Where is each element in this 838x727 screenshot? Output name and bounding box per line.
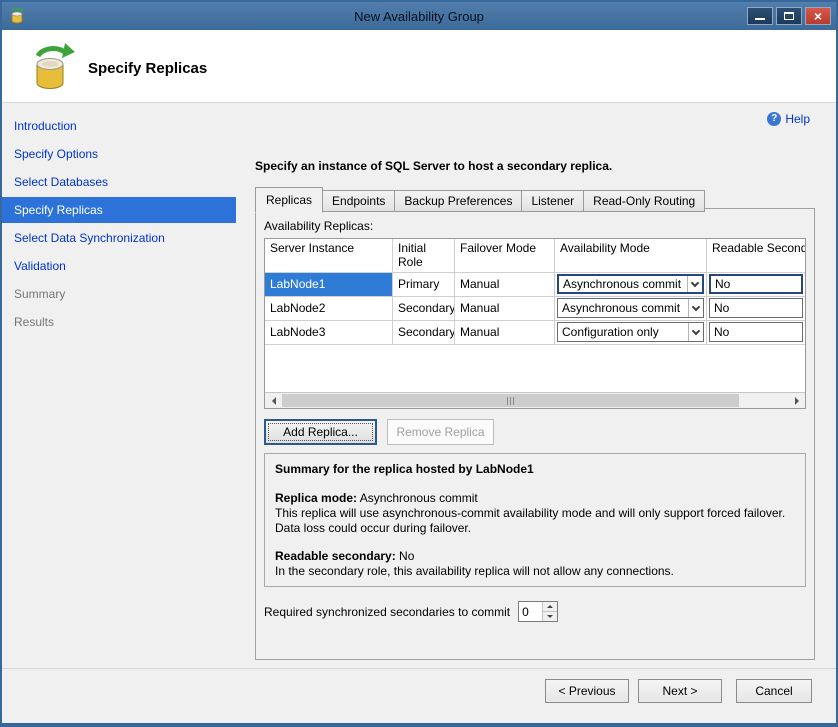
scroll-left-button[interactable]: [265, 393, 281, 408]
availability-mode-dropdown[interactable]: Asynchronous commit: [557, 274, 704, 294]
chevron-down-icon[interactable]: [687, 276, 702, 292]
instruction-text: Specify an instance of SQL Server to hos…: [255, 159, 612, 173]
replica-summary-panel: Summary for the replica hosted by LabNod…: [264, 453, 806, 587]
minimize-icon: [755, 18, 765, 20]
table-row: LabNode1 Primary Manual Asynchronous com…: [265, 273, 805, 297]
availability-mode-dropdown[interactable]: Asynchronous commit: [557, 298, 704, 318]
summary-replica-mode: Replica mode: Asynchronous commit This r…: [275, 491, 795, 536]
summary-title: Summary for the replica hosted by LabNod…: [275, 462, 795, 477]
cell-failover-mode[interactable]: Manual: [455, 321, 555, 345]
sidebar-item-introduction[interactable]: Introduction: [2, 113, 236, 139]
add-replica-button[interactable]: Add Replica...: [264, 419, 377, 445]
required-secondaries-label: Required synchronized secondaries to com…: [264, 605, 510, 619]
horizontal-scrollbar: [265, 392, 805, 408]
scrollbar-grip-icon: [510, 397, 511, 405]
close-button[interactable]: ×: [805, 7, 831, 25]
tab-backup-preferences[interactable]: Backup Preferences: [394, 190, 522, 212]
table-row: LabNode2 Secondary Manual Asynchronous c…: [265, 297, 805, 321]
readable-secondary-value: No: [396, 549, 415, 563]
wizard-header: Specify Replicas: [2, 30, 836, 103]
spinner-down-button[interactable]: [543, 612, 557, 621]
readable-secondary-dropdown[interactable]: No: [709, 298, 803, 318]
cell-failover-mode[interactable]: Manual: [455, 273, 555, 297]
table-row: LabNode3 Secondary Manual Configuration …: [265, 321, 805, 345]
replica-mode-value: Asynchronous commit: [357, 491, 478, 505]
availability-replicas-label: Availability Replicas:: [264, 219, 806, 233]
cell-initial-role[interactable]: Secondary: [393, 321, 455, 345]
scrollbar-track[interactable]: [281, 393, 789, 408]
page-title: Specify Replicas: [88, 60, 207, 77]
availability-mode-dropdown[interactable]: Configuration only: [557, 322, 704, 342]
tab-strip: Replicas Endpoints Backup Preferences Li…: [255, 187, 704, 212]
window-title: New Availability Group: [2, 9, 836, 24]
sidebar-item-validation[interactable]: Validation: [2, 253, 236, 279]
scroll-right-button[interactable]: [789, 393, 805, 408]
help-link[interactable]: ? Help: [767, 112, 810, 126]
help-icon: ?: [767, 112, 781, 126]
readable-secondary-dropdown[interactable]: No: [709, 322, 803, 342]
required-secondaries-input[interactable]: [519, 602, 542, 621]
cell-failover-mode[interactable]: Manual: [455, 297, 555, 321]
spinner-up-button[interactable]: [543, 602, 557, 612]
tab-replicas[interactable]: Replicas: [255, 187, 323, 213]
footer-bar: < Previous Next > Cancel: [2, 668, 836, 723]
arrow-down-icon: [547, 615, 553, 621]
column-header-server-instance[interactable]: Server Instance: [265, 239, 393, 273]
column-header-failover-mode[interactable]: Failover Mode: [455, 239, 555, 273]
grid-header-row: Server Instance Initial Role Failover Mo…: [265, 239, 805, 273]
minimize-button[interactable]: [747, 7, 773, 25]
remove-replica-button[interactable]: Remove Replica: [387, 419, 494, 445]
grid-empty-area: [265, 345, 805, 392]
column-header-readable-secondary[interactable]: Readable Secondary: [707, 239, 805, 273]
required-secondaries-spinner: [518, 601, 558, 622]
readable-secondary-description: In the secondary role, this availability…: [275, 564, 674, 578]
main-content: ? Help Specify an instance of SQL Server…: [236, 104, 836, 668]
column-header-availability-mode[interactable]: Availability Mode: [555, 239, 707, 273]
next-button[interactable]: Next >: [638, 679, 722, 703]
availability-replicas-grid: Server Instance Initial Role Failover Mo…: [264, 238, 806, 409]
sidebar-item-results: Results: [2, 309, 236, 335]
titlebar: New Availability Group ×: [2, 2, 836, 30]
arrow-up-icon: [547, 602, 553, 608]
chevron-down-icon[interactable]: [688, 299, 703, 317]
scrollbar-thumb[interactable]: [282, 394, 739, 407]
cell-initial-role[interactable]: Secondary: [393, 297, 455, 321]
readable-secondary-label: Readable secondary:: [275, 549, 396, 563]
replica-mode-label: Replica mode:: [275, 491, 357, 505]
new-availability-group-window: New Availability Group × Specify Replica…: [0, 0, 838, 727]
wizard-steps-sidebar: Introduction Specify Options Select Data…: [2, 104, 236, 668]
summary-readable-secondary: Readable secondary: No In the secondary …: [275, 549, 795, 579]
sidebar-item-summary: Summary: [2, 281, 236, 307]
readable-secondary-dropdown[interactable]: No: [709, 274, 803, 294]
cell-server-instance[interactable]: LabNode3: [265, 321, 393, 345]
maximize-icon: [784, 12, 794, 20]
cancel-button[interactable]: Cancel: [736, 679, 812, 703]
sidebar-item-specify-replicas[interactable]: Specify Replicas: [2, 197, 236, 223]
chevron-down-icon[interactable]: [688, 323, 703, 341]
previous-button[interactable]: < Previous: [545, 679, 629, 703]
cell-server-instance[interactable]: LabNode1: [265, 273, 393, 297]
sidebar-item-select-databases[interactable]: Select Databases: [2, 169, 236, 195]
arrow-right-icon: [795, 397, 803, 405]
required-secondaries-row: Required synchronized secondaries to com…: [264, 601, 806, 622]
tab-endpoints[interactable]: Endpoints: [322, 190, 395, 212]
sidebar-item-select-data-synchronization[interactable]: Select Data Synchronization: [2, 225, 236, 251]
help-label: Help: [785, 112, 810, 126]
tab-read-only-routing[interactable]: Read-Only Routing: [583, 190, 705, 212]
maximize-button[interactable]: [776, 7, 802, 25]
close-icon: ×: [814, 9, 822, 23]
database-refresh-icon: [28, 40, 78, 94]
sidebar-item-specify-options[interactable]: Specify Options: [2, 141, 236, 167]
replicas-tab-panel: Availability Replicas: Server Instance I…: [255, 208, 815, 660]
tab-listener[interactable]: Listener: [521, 190, 584, 212]
column-header-initial-role[interactable]: Initial Role: [393, 239, 455, 273]
replica-mode-description: This replica will use asynchronous-commi…: [275, 506, 785, 535]
arrow-left-icon: [268, 397, 276, 405]
cell-server-instance[interactable]: LabNode2: [265, 297, 393, 321]
cell-initial-role[interactable]: Primary: [393, 273, 455, 297]
